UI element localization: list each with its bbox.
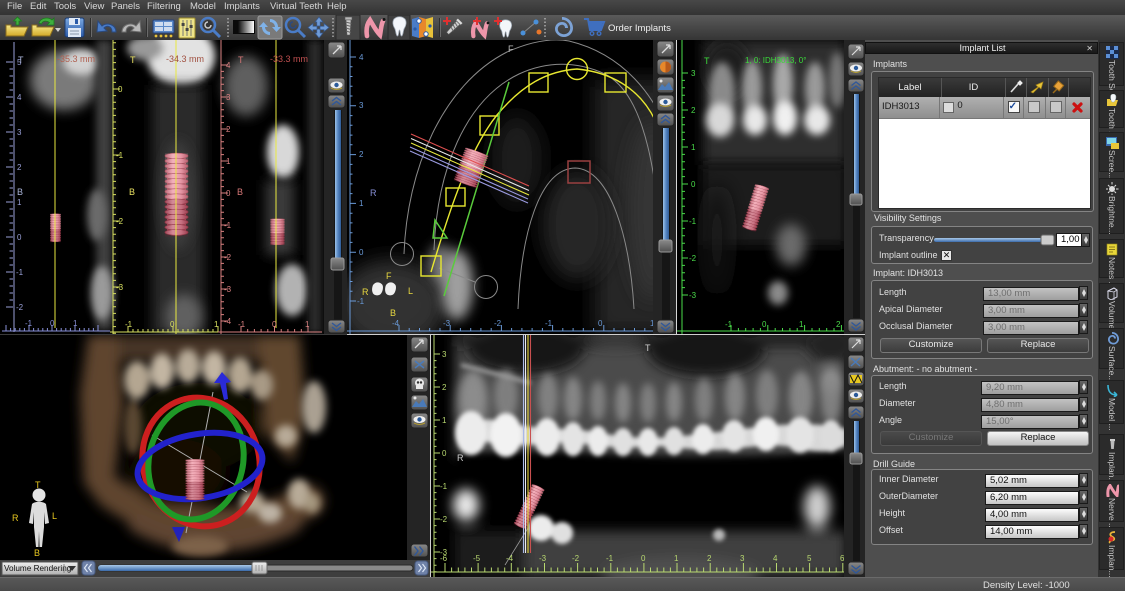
svg-text:3: 3: [17, 128, 22, 137]
svg-text:-4: -4: [392, 319, 400, 328]
svg-text:4: 4: [226, 61, 231, 70]
svg-text:2: 2: [707, 554, 712, 563]
svg-text:1: 1: [73, 319, 78, 328]
svg-text:1: 1: [214, 320, 219, 329]
svg-text:R: R: [370, 188, 377, 198]
svg-text:0: 0: [762, 320, 767, 329]
svg-text:B: B: [34, 548, 40, 558]
svg-text:-2: -2: [116, 217, 124, 226]
svg-text:3: 3: [359, 101, 364, 110]
svg-text:R: R: [12, 513, 19, 523]
svg-text:-2: -2: [440, 515, 448, 524]
svg-text:4: 4: [17, 93, 22, 102]
svg-text:-1: -1: [125, 320, 133, 329]
svg-text:-1: -1: [689, 217, 697, 226]
svg-text:0: 0: [691, 180, 696, 189]
svg-text:-3: -3: [539, 554, 547, 563]
svg-text:F: F: [386, 271, 392, 281]
svg-text:T: T: [238, 55, 244, 65]
svg-text:-4: -4: [224, 317, 232, 326]
svg-text:-1: -1: [16, 268, 24, 277]
svg-text:L: L: [52, 511, 57, 521]
svg-text:-2: -2: [689, 254, 697, 263]
svg-text:0: 0: [17, 233, 22, 242]
svg-text:-3: -3: [224, 285, 232, 294]
svg-text:-33.3 mm: -33.3 mm: [270, 54, 308, 64]
svg-text:1: 1: [17, 198, 22, 207]
svg-text:-34.3 mm: -34.3 mm: [166, 54, 204, 64]
svg-text:-1: -1: [224, 221, 232, 230]
svg-text:R: R: [457, 453, 464, 463]
svg-text:0: 0: [226, 189, 231, 198]
svg-text:B: B: [390, 308, 396, 318]
svg-text:0: 0: [359, 248, 364, 257]
svg-text:-6: -6: [440, 554, 448, 563]
svg-text:-1: -1: [357, 297, 365, 306]
svg-text:T: T: [18, 55, 24, 65]
svg-text:2: 2: [691, 106, 696, 115]
svg-text:0: 0: [118, 85, 123, 94]
svg-text:-2: -2: [16, 303, 24, 312]
svg-text:1, 0: IDH3013, 0°: 1, 0: IDH3013, 0°: [745, 56, 806, 65]
svg-text:-1: -1: [725, 320, 733, 329]
svg-text:5: 5: [807, 554, 812, 563]
svg-text:2: 2: [442, 383, 447, 392]
svg-text:0: 0: [442, 449, 447, 458]
svg-text:1: 1: [799, 320, 804, 329]
svg-text:F: F: [508, 44, 514, 54]
svg-text:4: 4: [359, 53, 364, 62]
svg-text:T: T: [130, 55, 136, 65]
svg-text:0: 0: [170, 320, 175, 329]
svg-text:3: 3: [691, 69, 696, 78]
svg-text:2: 2: [836, 320, 841, 329]
svg-text:-2: -2: [494, 319, 502, 328]
svg-text:-35.3 mm: -35.3 mm: [57, 54, 95, 64]
svg-text:B: B: [237, 187, 243, 197]
svg-text:3: 3: [740, 554, 745, 563]
svg-text:-1: -1: [606, 554, 614, 563]
svg-text:1: 1: [359, 199, 364, 208]
svg-text:1: 1: [226, 157, 231, 166]
svg-text:-5: -5: [473, 554, 481, 563]
svg-text:B: B: [17, 187, 23, 197]
svg-text:T: T: [704, 56, 710, 66]
svg-text:0: 0: [272, 320, 277, 329]
svg-text:T: T: [35, 480, 41, 490]
svg-text:2: 2: [226, 125, 231, 134]
svg-text:R: R: [362, 287, 369, 297]
svg-text:Volume Rendering: Volume Rendering: [4, 564, 72, 573]
svg-text:2: 2: [359, 150, 364, 159]
svg-text:1: 1: [691, 143, 696, 152]
svg-text:1: 1: [305, 320, 310, 329]
svg-text:0: 0: [641, 554, 646, 563]
svg-text:Order Implants: Order Implants: [608, 23, 671, 34]
svg-text:-1: -1: [440, 482, 448, 491]
svg-text:T: T: [645, 343, 651, 353]
svg-text:-3: -3: [689, 291, 697, 300]
svg-text:-4: -4: [506, 554, 514, 563]
svg-text:-3: -3: [116, 283, 124, 292]
svg-text:0: 0: [598, 319, 603, 328]
svg-text:-1: -1: [238, 320, 246, 329]
svg-text:4: 4: [773, 554, 778, 563]
svg-text:-2: -2: [224, 253, 232, 262]
svg-text:L: L: [408, 286, 413, 296]
svg-text:-1: -1: [116, 151, 124, 160]
svg-text:1: 1: [674, 554, 679, 563]
svg-text:-1: -1: [25, 319, 33, 328]
svg-text:3: 3: [442, 350, 447, 359]
svg-text:-2: -2: [572, 554, 580, 563]
svg-text:2: 2: [17, 163, 22, 172]
svg-text:-3: -3: [443, 319, 451, 328]
svg-text:-1: -1: [545, 319, 553, 328]
svg-text:1: 1: [442, 416, 447, 425]
svg-text:3: 3: [226, 93, 231, 102]
svg-text:0: 0: [50, 319, 55, 328]
svg-text:B: B: [129, 187, 135, 197]
